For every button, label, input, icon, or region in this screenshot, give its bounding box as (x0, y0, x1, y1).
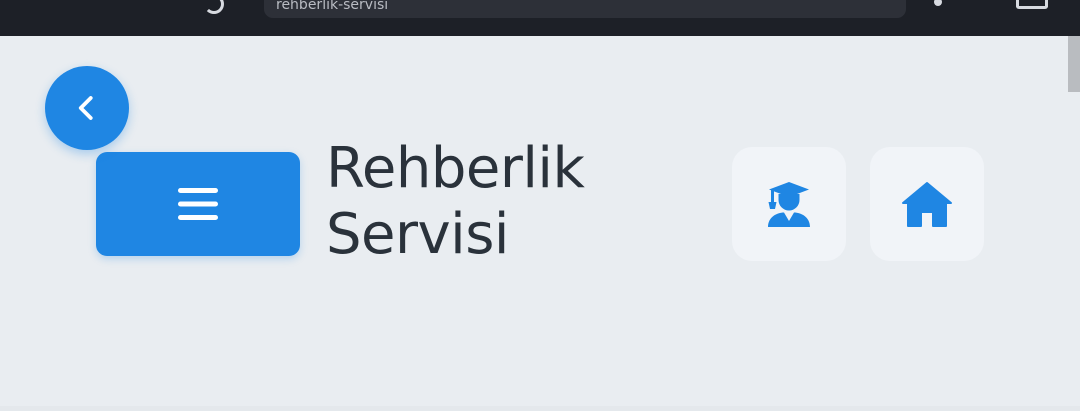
tabs-icon[interactable] (1016, 0, 1048, 9)
address-text: rehberlik-servisi (276, 0, 389, 13)
graduate-user-icon (768, 182, 810, 227)
menu-button[interactable] (96, 152, 300, 256)
address-bar[interactable]: rehberlik-servisi (264, 0, 906, 18)
browser-toolbar: rehberlik-servisi (0, 0, 1080, 36)
home-button[interactable] (870, 147, 984, 261)
divider (0, 406, 1080, 411)
page-title: Rehberlik Servisi (326, 136, 706, 268)
back-button[interactable] (45, 66, 129, 150)
microphone-icon[interactable] (934, 0, 942, 6)
chevron-left-icon (78, 96, 93, 120)
page-title-line-2: Servisi (326, 202, 509, 267)
reload-icon[interactable] (204, 0, 224, 14)
hamburger-menu-icon (178, 188, 218, 220)
scrollbar-thumb[interactable] (1068, 36, 1080, 92)
counselor-button[interactable] (732, 147, 846, 261)
home-icon (902, 182, 952, 227)
page-title-line-1: Rehberlik (326, 136, 585, 201)
